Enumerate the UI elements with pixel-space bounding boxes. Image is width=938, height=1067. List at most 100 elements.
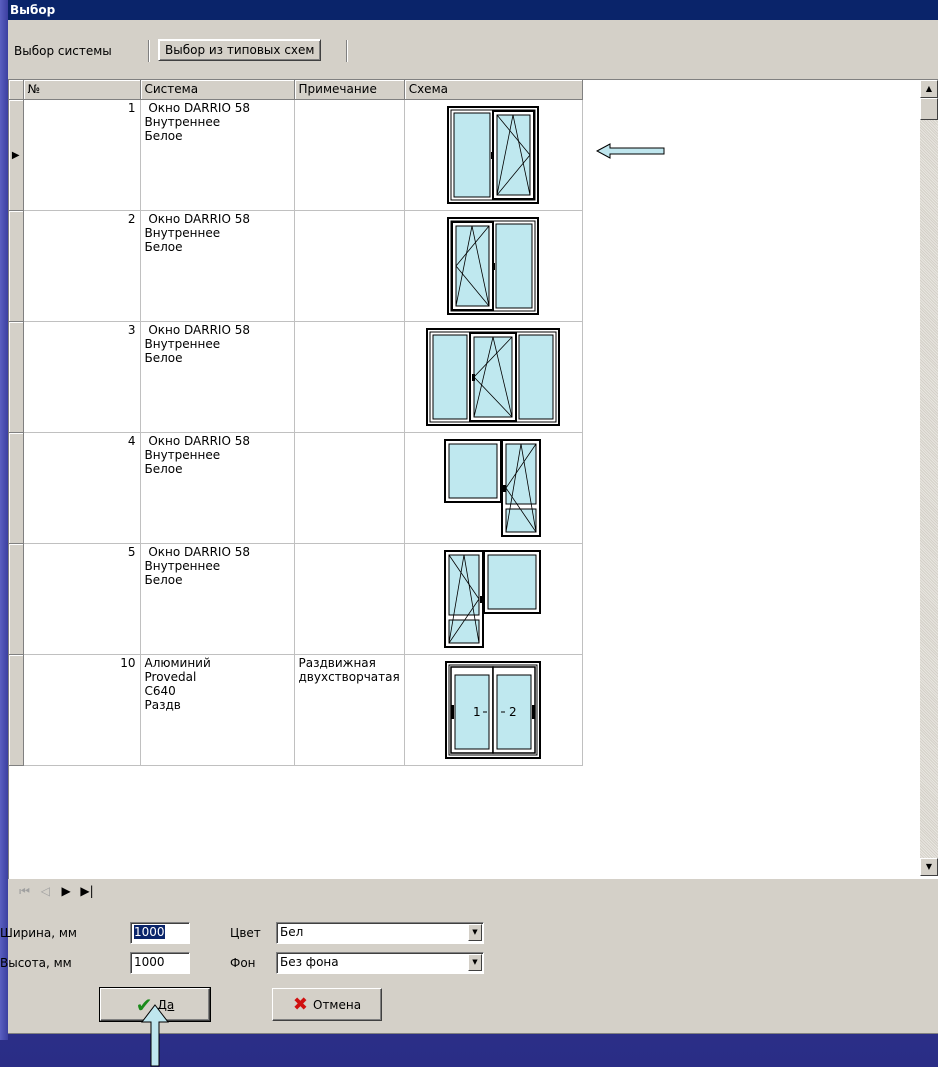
table-row[interactable]: 5 Окно DARRIO 58 Внутреннее Белое xyxy=(9,543,583,655)
chevron-down-icon[interactable]: ▼ xyxy=(468,954,482,971)
grid-header-row: № Система Примечание Схема xyxy=(9,80,583,100)
system-line: Раздв xyxy=(144,697,181,712)
system-line: Белое xyxy=(144,461,183,476)
cell-number: 2 xyxy=(23,210,141,322)
background-label: Фон xyxy=(230,956,256,970)
table-row[interactable]: 10 Алюминий Provedal C640 Раздв Раздвижн… xyxy=(9,654,583,766)
cell-note xyxy=(294,210,405,322)
schemes-grid[interactable]: № Система Примечание Схема ▶ 1 Окно DARR… xyxy=(8,79,938,879)
chevron-down-icon[interactable]: ▼ xyxy=(468,924,482,941)
window-2pane-left-tilt-icon xyxy=(447,216,540,315)
table-row[interactable]: ▶ 1 Окно DARRIO 58 Внутреннее Белое xyxy=(9,99,583,211)
row-indicator xyxy=(9,654,24,766)
callout-arrow-left-icon xyxy=(596,143,665,159)
first-record-icon[interactable]: ⏮ xyxy=(16,884,33,899)
system-line: Окно DARRIO 58 xyxy=(144,544,250,559)
scroll-down-button[interactable]: ▼ xyxy=(920,858,938,876)
system-line: Внутреннее xyxy=(144,558,221,573)
color-select[interactable]: Бел ▼ xyxy=(276,922,484,944)
system-line: Внутреннее xyxy=(144,114,221,129)
scroll-thumb[interactable] xyxy=(920,98,938,120)
cell-note xyxy=(294,99,405,211)
table-row[interactable]: 4 Окно DARRIO 58 Внутреннее Белое xyxy=(9,432,583,544)
window-2pane-right-tilt-icon xyxy=(447,105,540,204)
header-number[interactable]: № xyxy=(23,80,141,100)
last-record-icon[interactable]: ▶| xyxy=(78,884,95,898)
cancel-label: Отмена xyxy=(313,997,362,1012)
cell-scheme xyxy=(404,543,583,655)
cell-number: 5 xyxy=(23,543,141,655)
prior-record-icon[interactable]: ◁ xyxy=(37,884,54,898)
balcony-door-left-icon xyxy=(444,549,542,648)
system-line: Окно DARRIO 58 xyxy=(144,100,250,115)
cell-system: Алюминий Provedal C640 Раздв xyxy=(140,654,295,766)
cell-note xyxy=(294,543,405,655)
table-row[interactable]: 3 Окно DARRIO 58 Внутреннее Белое xyxy=(9,321,583,433)
system-line: Provedal xyxy=(144,669,197,684)
header-indicator xyxy=(9,80,24,100)
cell-system: Окно DARRIO 58 Внутреннее Белое xyxy=(140,543,295,655)
cell-number: 10 xyxy=(23,654,141,766)
background-select[interactable]: Без фона ▼ xyxy=(276,952,484,974)
sash-label: 2 xyxy=(509,705,517,719)
system-line: Окно DARRIO 58 xyxy=(144,322,250,337)
system-line: Белое xyxy=(144,128,183,143)
cell-number: 3 xyxy=(23,321,141,433)
window-title: Выбор xyxy=(8,0,938,20)
schemes-table: № Система Примечание Схема ▶ 1 Окно DARR… xyxy=(9,80,583,766)
tab-separator xyxy=(346,40,348,62)
cell-number: 4 xyxy=(23,432,141,544)
system-line: C640 xyxy=(144,683,176,698)
width-label: Ширина, мм xyxy=(0,926,77,940)
color-label: Цвет xyxy=(230,926,261,940)
row-indicator xyxy=(9,321,24,433)
cell-note xyxy=(294,432,405,544)
table-row[interactable]: 2 Окно DARRIO 58 Внутреннее Белое xyxy=(9,210,583,322)
note-line: Раздвижная xyxy=(298,655,376,670)
tab-system-select[interactable]: Выбор системы xyxy=(8,41,118,63)
cell-scheme xyxy=(404,432,583,544)
scroll-up-button[interactable]: ▲ xyxy=(920,80,938,98)
cancel-button[interactable]: ✖ Отмена xyxy=(272,988,382,1021)
callout-arrow-up-icon xyxy=(140,1004,170,1067)
cell-scheme xyxy=(404,321,583,433)
color-value: Бел xyxy=(280,925,304,939)
cell-scheme xyxy=(404,99,583,211)
tab-typical-schemes[interactable]: Выбор из типовых схем xyxy=(158,39,322,61)
cell-note: Раздвижная двухстворчатая xyxy=(294,654,405,766)
cell-scheme xyxy=(404,210,583,322)
width-value: 1000 xyxy=(134,925,165,939)
row-indicator xyxy=(9,210,24,322)
next-record-icon[interactable]: ▶ xyxy=(58,884,75,898)
desktop-edge xyxy=(0,0,8,1040)
sash-label: 1 xyxy=(473,705,481,719)
tab-separator xyxy=(148,40,150,62)
system-line: Окно DARRIO 58 xyxy=(144,211,250,226)
note-line: двухстворчатая xyxy=(298,669,400,684)
row-indicator: ▶ xyxy=(9,99,24,211)
system-line: Белое xyxy=(144,350,183,365)
header-system[interactable]: Система xyxy=(140,80,295,100)
width-input[interactable]: 1000 xyxy=(130,922,190,944)
cell-system: Окно DARRIO 58 Внутреннее Белое xyxy=(140,210,295,322)
balcony-door-right-icon xyxy=(444,438,542,537)
cell-note xyxy=(294,321,405,433)
height-label: Высота, мм xyxy=(0,956,72,970)
row-indicator xyxy=(9,432,24,544)
record-navigator: ⏮ ◁ ▶ ▶| xyxy=(16,884,95,900)
system-line: Окно DARRIO 58 xyxy=(144,433,250,448)
header-scheme[interactable]: Схема xyxy=(404,80,583,100)
system-line: Алюминий xyxy=(144,655,211,670)
header-note[interactable]: Примечание xyxy=(294,80,405,100)
background-value: Без фона xyxy=(280,955,339,969)
row-indicator xyxy=(9,543,24,655)
system-line: Внутреннее xyxy=(144,447,221,462)
window-3pane-middle-tilt-icon xyxy=(426,327,561,426)
system-line: Внутреннее xyxy=(144,336,221,351)
system-line: Внутреннее xyxy=(144,225,221,240)
cell-system: Окно DARRIO 58 Внутреннее Белое xyxy=(140,432,295,544)
cell-system: Окно DARRIO 58 Внутреннее Белое xyxy=(140,99,295,211)
height-input[interactable]: 1000 xyxy=(130,952,190,974)
vertical-scrollbar[interactable]: ▲ ▼ xyxy=(920,80,938,876)
cell-scheme: 1 2 xyxy=(404,654,583,766)
